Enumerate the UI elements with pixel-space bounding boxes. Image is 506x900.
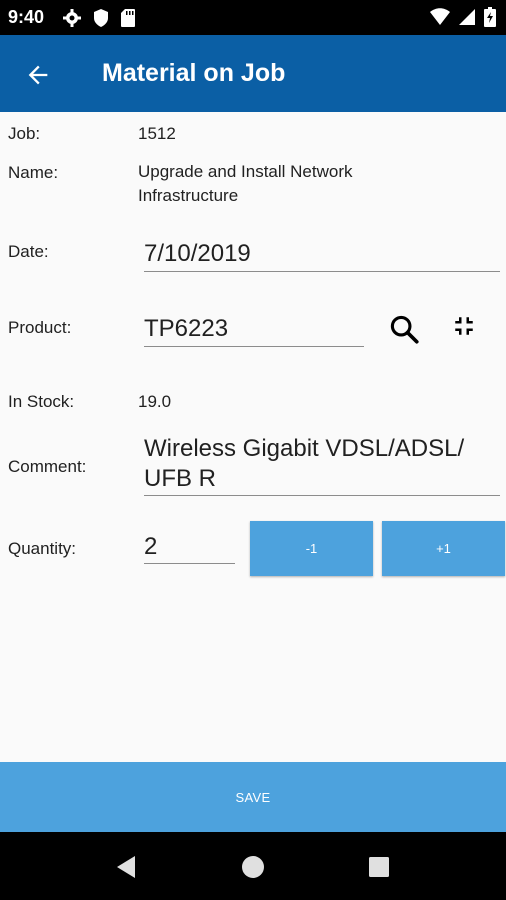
- signal-icon: [458, 8, 476, 31]
- back-button[interactable]: [20, 57, 56, 93]
- decrement-button[interactable]: -1: [250, 521, 373, 576]
- page-title: Material on Job: [102, 59, 286, 87]
- nav-recents-button[interactable]: [362, 850, 396, 884]
- name-value: Upgrade and Install Network Infrastructu…: [138, 160, 353, 208]
- scan-button[interactable]: [444, 306, 484, 346]
- comment-field[interactable]: Wireless Gigabit VDSL/ADSL/ UFB R: [144, 434, 500, 496]
- app-bar: Material on Job: [0, 35, 506, 112]
- collapse-icon: [455, 317, 473, 335]
- status-time: 9:40: [8, 7, 45, 27]
- job-label: Job:: [8, 124, 41, 143]
- navigation-bar: [0, 832, 506, 900]
- wifi-icon: [430, 8, 450, 31]
- date-label: Date:: [8, 242, 49, 261]
- quantity-field[interactable]: [144, 530, 235, 564]
- product-field[interactable]: [144, 311, 364, 347]
- name-label: Name:: [8, 163, 59, 182]
- status-right-icons: [430, 7, 496, 32]
- sd-card-icon: [120, 8, 136, 33]
- name-value-line2: Infrastructure: [138, 186, 239, 205]
- material-form: Job: 1512 Name: Upgrade and Install Netw…: [0, 112, 506, 762]
- comment-line1: Wireless Gigabit VDSL/ADSL/: [144, 435, 465, 462]
- gear-icon: [62, 8, 82, 33]
- status-bar: 9:40: [0, 0, 506, 35]
- shield-icon: [92, 8, 110, 33]
- recents-square-icon: [369, 857, 389, 877]
- save-button[interactable]: SAVE: [0, 762, 506, 832]
- increment-button[interactable]: +1: [382, 521, 505, 576]
- status-left-icons: [62, 8, 136, 33]
- product-label: Product:: [8, 318, 72, 337]
- product-search-button[interactable]: [384, 309, 424, 349]
- arrow-left-icon: [28, 65, 48, 85]
- search-icon: [390, 315, 419, 344]
- quantity-label: Quantity:: [8, 539, 77, 558]
- job-value: 1512: [138, 124, 176, 143]
- nav-back-button[interactable]: [109, 850, 143, 884]
- in-stock-value: 19.0: [138, 392, 172, 411]
- comment-line2: UFB R: [144, 465, 216, 492]
- in-stock-label: In Stock:: [8, 392, 75, 411]
- battery-icon: [484, 7, 496, 32]
- name-value-line1: Upgrade and Install Network: [138, 162, 353, 181]
- date-field[interactable]: [144, 236, 500, 272]
- nav-home-button[interactable]: [236, 850, 270, 884]
- comment-label: Comment:: [8, 457, 87, 476]
- home-circle-icon: [242, 856, 264, 878]
- back-triangle-icon: [117, 856, 135, 878]
